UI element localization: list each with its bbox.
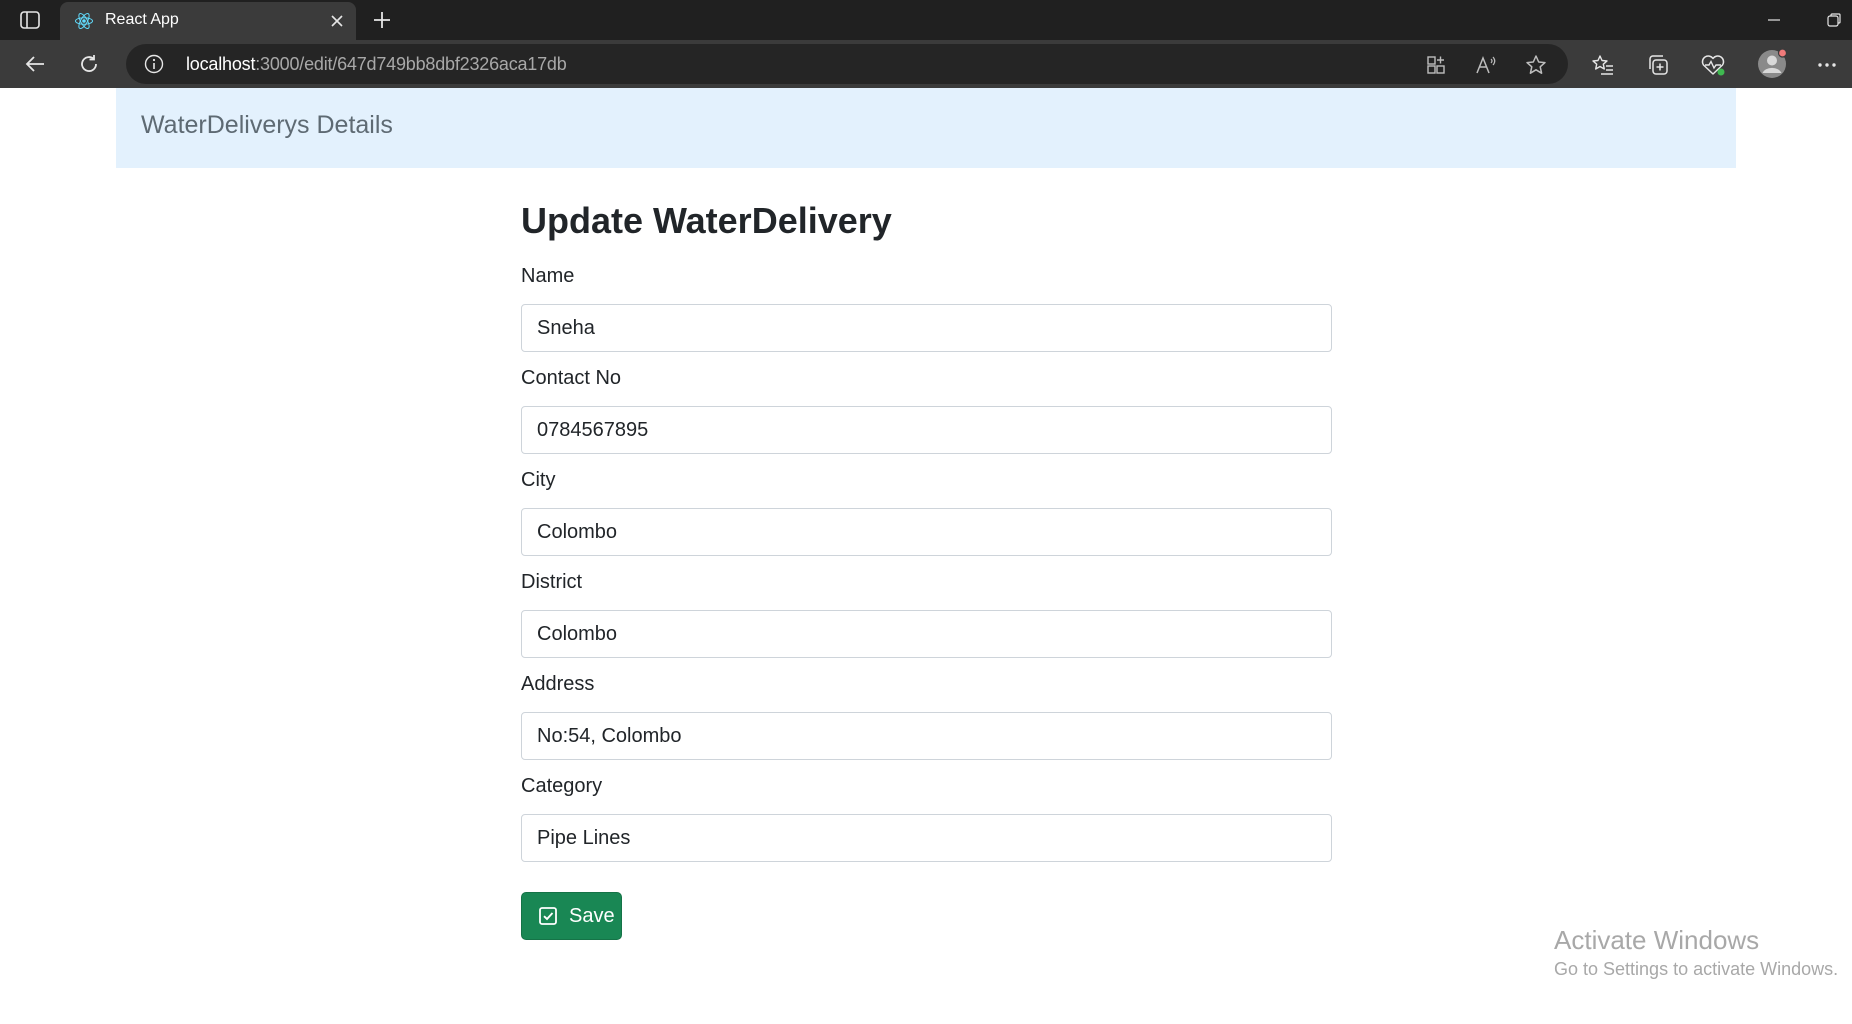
sidebar-toggle-icon[interactable]	[18, 9, 42, 31]
field-label: Category	[521, 775, 603, 797]
contact-no-input[interactable]	[521, 406, 1332, 454]
site-info-icon[interactable]	[144, 54, 164, 74]
windows-activation-watermark: Activate Windows Go to Settings to activ…	[1554, 924, 1838, 982]
react-logo-icon	[74, 11, 94, 31]
reload-icon[interactable]	[75, 50, 103, 78]
watermark-title: Activate Windows	[1554, 925, 1760, 955]
field-label: Address	[521, 673, 595, 695]
read-aloud-icon[interactable]	[1474, 53, 1498, 77]
collections-icon[interactable]	[1645, 52, 1671, 78]
field-address: Address	[521, 672, 1332, 760]
save-button[interactable]: Save	[521, 892, 622, 940]
more-options-icon[interactable]	[1814, 52, 1840, 78]
field-district: District	[521, 570, 1332, 658]
watermark-subtitle: Go to Settings to activate Windows.	[1554, 959, 1839, 979]
field-name: Name	[521, 264, 1332, 352]
address-bar[interactable]: localhost:3000/edit/647d749bb8dbf2326aca…	[126, 44, 1568, 84]
navbar-brand[interactable]: WaterDeliverys Details	[141, 111, 393, 140]
city-input[interactable]	[521, 508, 1332, 556]
minimize-icon[interactable]	[1762, 8, 1786, 32]
browser-titlebar: React App	[0, 0, 1852, 40]
category-input[interactable]	[521, 814, 1332, 862]
update-form: Update WaterDelivery Name Contact No Cit…	[521, 195, 1332, 940]
field-label: City	[521, 469, 556, 491]
field-label: Contact No	[521, 367, 622, 389]
field-contact-no: Contact No	[521, 366, 1332, 454]
url-host: localhost	[186, 54, 256, 74]
name-input[interactable]	[521, 304, 1332, 352]
save-button-label: Save	[569, 904, 615, 927]
field-label: District	[521, 571, 583, 593]
browser-toolbar: localhost:3000/edit/647d749bb8dbf2326aca…	[0, 40, 1852, 88]
favorites-icon[interactable]	[1590, 52, 1616, 78]
browser-tab[interactable]: React App	[60, 2, 356, 40]
field-city: City	[521, 468, 1332, 556]
favorite-star-icon[interactable]	[1524, 53, 1548, 77]
browser-essentials-icon[interactable]	[1700, 52, 1726, 78]
back-arrow-icon[interactable]	[21, 50, 49, 78]
url-text[interactable]: localhost:3000/edit/647d749bb8dbf2326aca…	[186, 54, 567, 75]
profile-avatar-icon[interactable]	[1756, 48, 1788, 80]
navbar: WaterDeliverys Details	[116, 88, 1736, 168]
check-square-icon	[538, 906, 558, 926]
field-category: Category	[521, 774, 1332, 862]
address-input[interactable]	[521, 712, 1332, 760]
url-path: :3000/edit/647d749bb8dbf2326aca17db	[255, 54, 567, 74]
close-tab-icon[interactable]	[328, 12, 346, 30]
field-label: Name	[521, 265, 575, 287]
district-input[interactable]	[521, 610, 1332, 658]
page-title: Update WaterDelivery	[521, 200, 892, 241]
restore-window-icon[interactable]	[1822, 8, 1846, 32]
tab-title: React App	[105, 11, 179, 28]
new-tab-icon[interactable]	[370, 8, 394, 32]
app-available-icon[interactable]	[1424, 53, 1448, 77]
